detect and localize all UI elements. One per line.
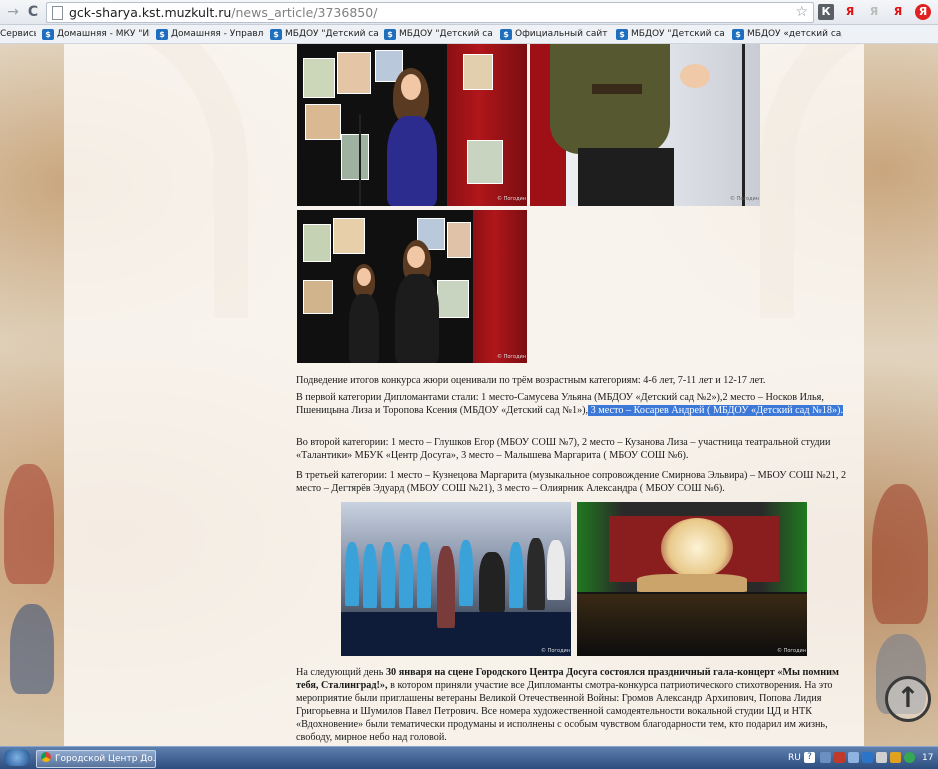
photo-credit: © Погодин [497, 354, 527, 360]
reload-icon[interactable]: C [24, 3, 42, 21]
arrow-up-icon: ↑ [896, 681, 920, 714]
url-path: /news_article/3736850/ [231, 5, 378, 20]
photo-military-uniform[interactable]: © Погодин [530, 44, 760, 206]
taskbar: Городской Центр До... RU ? 17 [0, 746, 938, 769]
start-button[interactable] [4, 749, 30, 766]
chrome-icon [41, 752, 51, 762]
paragraph-second-category: Во второй категории: 1 место – Глушков Е… [296, 437, 831, 461]
photo-credit: © Погодин [777, 648, 807, 654]
url-field[interactable]: gck-sharya.kst.muzkult.ru/news_article/3… [46, 2, 814, 23]
language-indicator[interactable]: RU [788, 748, 801, 768]
fresco-figure [4, 464, 54, 584]
paragraph-age-categories: Подведение итогов конкурса жюри оценивал… [296, 375, 766, 386]
scroll-to-top-button[interactable]: ↑ [885, 676, 931, 722]
bookmark-star-icon[interactable]: ☆ [795, 3, 808, 21]
bookmark-label: МБДОУ "Детский сад " [631, 29, 724, 39]
site-icon: $ [156, 29, 168, 40]
taskbar-window-title: Городской Центр До... [55, 754, 156, 764]
extension-k-icon[interactable]: К [818, 4, 834, 20]
photo-credit: © Погодин [730, 196, 760, 202]
bookmark-item[interactable]: $Домашняя - МКУ "Инф [42, 27, 150, 41]
taskbar-chrome-window[interactable]: Городской Центр До... [36, 750, 156, 768]
yandex-browser-icon[interactable]: Я [915, 4, 931, 20]
photo-stage-dance[interactable]: © Погодин [577, 502, 807, 656]
tray-icon[interactable] [848, 752, 859, 763]
bookmark-item[interactable]: $Официальный сайт МБ [500, 27, 608, 41]
bookmark-item[interactable]: $Домашняя - Управлени [156, 27, 264, 41]
page-icon [52, 6, 63, 20]
address-bar-row: → C gck-sharya.kst.muzkult.ru/news_artic… [0, 0, 938, 25]
photo-choir[interactable]: © Погодин [341, 502, 571, 656]
bookmark-services[interactable]: Сервисы [0, 27, 36, 41]
photo-two-girls[interactable]: © Погодин [297, 210, 527, 363]
site-icon: $ [384, 29, 396, 40]
url-domain: gck-sharya.kst.muzkult.ru [69, 5, 232, 20]
site-icon: $ [500, 29, 512, 40]
paragraph-third-category: В третьей категории: 1 место – Кузнецова… [296, 470, 847, 494]
selected-text: 3 место – Косарев Андрей ( МБДОУ «Детски… [588, 405, 844, 416]
system-tray: RU ? 17 [778, 748, 938, 768]
paragraph-gala-concert: На следующий день 30 января на сцене Гор… [296, 666, 856, 744]
site-icon: $ [42, 29, 54, 40]
bookmark-label: Домашняя - Управлени [171, 29, 264, 39]
bookmark-label: Сервисы [0, 29, 36, 39]
bookmark-item[interactable]: $МБДОУ "Детский сад " [384, 27, 492, 41]
fresco-figure [10, 604, 54, 694]
tray-icon[interactable] [820, 752, 831, 763]
yandex-disabled-icon[interactable]: Я [866, 4, 882, 20]
url-text: gck-sharya.kst.muzkult.ru/news_article/3… [69, 4, 377, 21]
tray-icon[interactable] [904, 752, 915, 763]
site-icon: $ [616, 29, 628, 40]
photo-credit: © Погодин [497, 196, 527, 202]
bookmark-item[interactable]: $МБДОУ "Детский сад " [270, 27, 378, 41]
bookmarks-bar: Сервисы $Домашняя - МКУ "Инф $Домашняя -… [0, 25, 938, 44]
photo-girl-blue-dress[interactable]: © Погодин [297, 44, 527, 206]
fresco-figure [872, 484, 928, 624]
volume-icon[interactable] [890, 752, 901, 763]
site-icon: $ [732, 29, 744, 40]
bookmark-label: МБДОУ "Детский сад " [285, 29, 378, 39]
paragraph-first-category: В первой категории Дипломантами стали: 1… [296, 391, 856, 417]
photo-credit: © Погодин [541, 648, 571, 654]
yandex-icon[interactable]: Я [842, 4, 858, 20]
network-icon[interactable] [862, 752, 873, 763]
bookmark-label: Домашняя - МКУ "Инф [57, 29, 150, 39]
bookmark-item[interactable]: $МБДОУ "Детский сад " [616, 27, 724, 41]
gala-lead: На следующий день [296, 667, 386, 678]
bookmark-label: Официальный сайт МБ [515, 29, 608, 39]
site-icon: $ [270, 29, 282, 40]
tray-icon[interactable] [834, 752, 845, 763]
forward-arrow-icon[interactable]: → [4, 3, 22, 21]
bookmark-label: МБДОУ "Детский сад " [399, 29, 492, 39]
clock[interactable]: 17 [922, 748, 933, 768]
tray-icon[interactable] [876, 752, 887, 763]
bookmark-item[interactable]: $МБДОУ «детский сад " [732, 27, 842, 41]
bookmark-label: МБДОУ «детский сад " [747, 29, 842, 39]
help-icon[interactable]: ? [804, 752, 815, 763]
yandex-search-icon[interactable]: Я [890, 4, 906, 20]
